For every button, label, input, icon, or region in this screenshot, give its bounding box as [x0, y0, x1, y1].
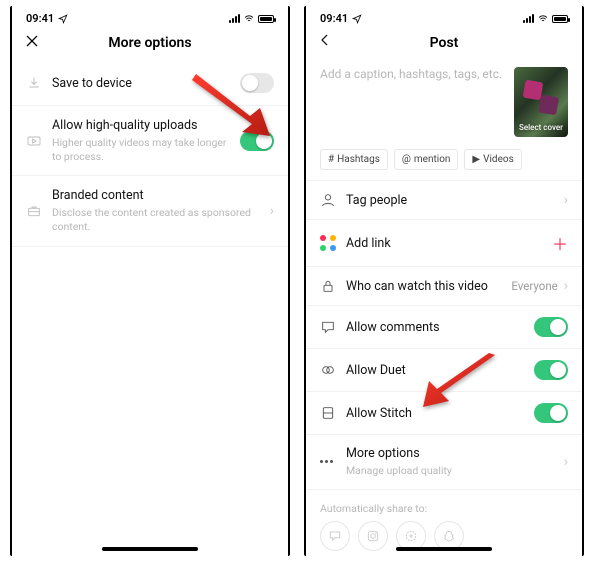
annotation-arrow-hq [182, 74, 272, 144]
home-indicator [396, 547, 492, 551]
allow-duet-label: Allow Duet [346, 363, 406, 378]
wifi-icon [243, 14, 255, 24]
tag-people-label: Tag people [346, 193, 407, 208]
cellular-icon [523, 14, 534, 23]
close-icon [24, 33, 40, 49]
row-allow-comments[interactable]: Allow comments [306, 306, 582, 349]
chevron-right-icon: › [564, 278, 568, 294]
download-icon [26, 75, 42, 91]
back-button[interactable] [318, 33, 332, 51]
row-branded-content[interactable]: Branded content Disclose the content cre… [12, 176, 288, 246]
duet-icon [320, 362, 336, 378]
instagram-icon [366, 529, 380, 543]
briefcase-icon [26, 203, 42, 219]
who-watch-label: Who can watch this video [346, 279, 488, 294]
chevron-right-icon: › [270, 203, 274, 219]
home-indicator [102, 547, 198, 551]
battery-icon [552, 15, 568, 23]
share-instagram-button[interactable] [358, 521, 388, 551]
status-time-text: 09:41 [26, 12, 54, 25]
allow-comments-label: Allow comments [346, 320, 440, 335]
share-message-button[interactable] [320, 521, 350, 551]
wifi-icon [537, 14, 549, 24]
chip-row: #Hashtags @mention ▶Videos [306, 147, 582, 180]
chip-videos[interactable]: ▶Videos [464, 149, 521, 170]
play-circle-icon: ▶ [472, 154, 480, 165]
status-time: 09:41 [320, 12, 362, 25]
snapchat-icon [442, 529, 456, 543]
cellular-icon [229, 14, 240, 23]
speech-icon [328, 529, 342, 543]
cover-select[interactable]: Select cover [514, 67, 568, 137]
chevron-left-icon [318, 33, 332, 47]
more-options-label: More options [346, 446, 554, 461]
chip-mention-label: mention [414, 154, 451, 165]
stitch-icon [320, 405, 336, 421]
nav-bar: Post [306, 27, 582, 61]
hq-video-icon [26, 133, 42, 149]
page-title: More options [108, 35, 191, 51]
nav-bar: More options [12, 27, 288, 61]
close-button[interactable] [24, 33, 40, 53]
allow-duet-toggle[interactable] [534, 360, 568, 380]
row-tag-people[interactable]: Tag people › [306, 181, 582, 220]
lock-icon [320, 278, 336, 294]
branded-content-label: Branded content [52, 188, 260, 203]
allow-stitch-label: Allow Stitch [346, 406, 412, 421]
branded-content-sub: Disclose the content created as sponsore… [52, 206, 260, 233]
person-icon [320, 192, 336, 208]
cover-label: Select cover [519, 123, 563, 137]
comment-icon [320, 319, 336, 335]
status-time-text: 09:41 [320, 12, 348, 25]
status-bar: 09:41 [12, 6, 288, 27]
allow-stitch-toggle[interactable] [534, 403, 568, 423]
row-add-link[interactable]: Add link ＋ [306, 220, 582, 267]
stories-icon [404, 529, 418, 543]
status-time: 09:41 [26, 12, 68, 25]
dots-color-icon [320, 235, 336, 251]
page-title: Post [430, 35, 459, 51]
chip-hashtags[interactable]: #Hashtags [320, 149, 388, 170]
row-who-watch[interactable]: Who can watch this video Everyone › [306, 267, 582, 306]
location-arrow-icon [352, 14, 362, 24]
who-watch-value: Everyone [511, 279, 557, 293]
allow-comments-toggle[interactable] [534, 317, 568, 337]
battery-icon [258, 15, 274, 23]
annotation-arrow-more [421, 353, 501, 413]
row-more-options[interactable]: More options Manage upload quality › [306, 435, 582, 490]
chip-videos-label: Videos [483, 154, 514, 165]
chevron-right-icon: › [564, 454, 568, 470]
hash-icon: # [328, 154, 334, 165]
add-link-label: Add link [346, 236, 391, 251]
status-right [523, 14, 568, 24]
location-arrow-icon [58, 14, 68, 24]
more-horizontal-icon [320, 454, 336, 470]
screen-post: 09:41 Post Add a caption, hashtags, tags… [304, 6, 584, 556]
at-icon: @ [402, 154, 411, 165]
caption-input[interactable]: Add a caption, hashtags, tags, etc. [320, 67, 504, 137]
chip-mention[interactable]: @mention [394, 149, 459, 170]
plus-icon: ＋ [552, 231, 568, 255]
status-right [229, 14, 274, 24]
chevron-right-icon: › [564, 192, 568, 208]
status-bar: 09:41 [306, 6, 582, 27]
share-label: Automatically share to: [306, 490, 582, 521]
screen-more-options: 09:41 More options Save to device Allow … [10, 6, 290, 556]
caption-area: Add a caption, hashtags, tags, etc. Sele… [306, 61, 582, 147]
chip-hashtags-label: Hashtags [337, 154, 380, 165]
more-options-sub: Manage upload quality [346, 464, 554, 478]
